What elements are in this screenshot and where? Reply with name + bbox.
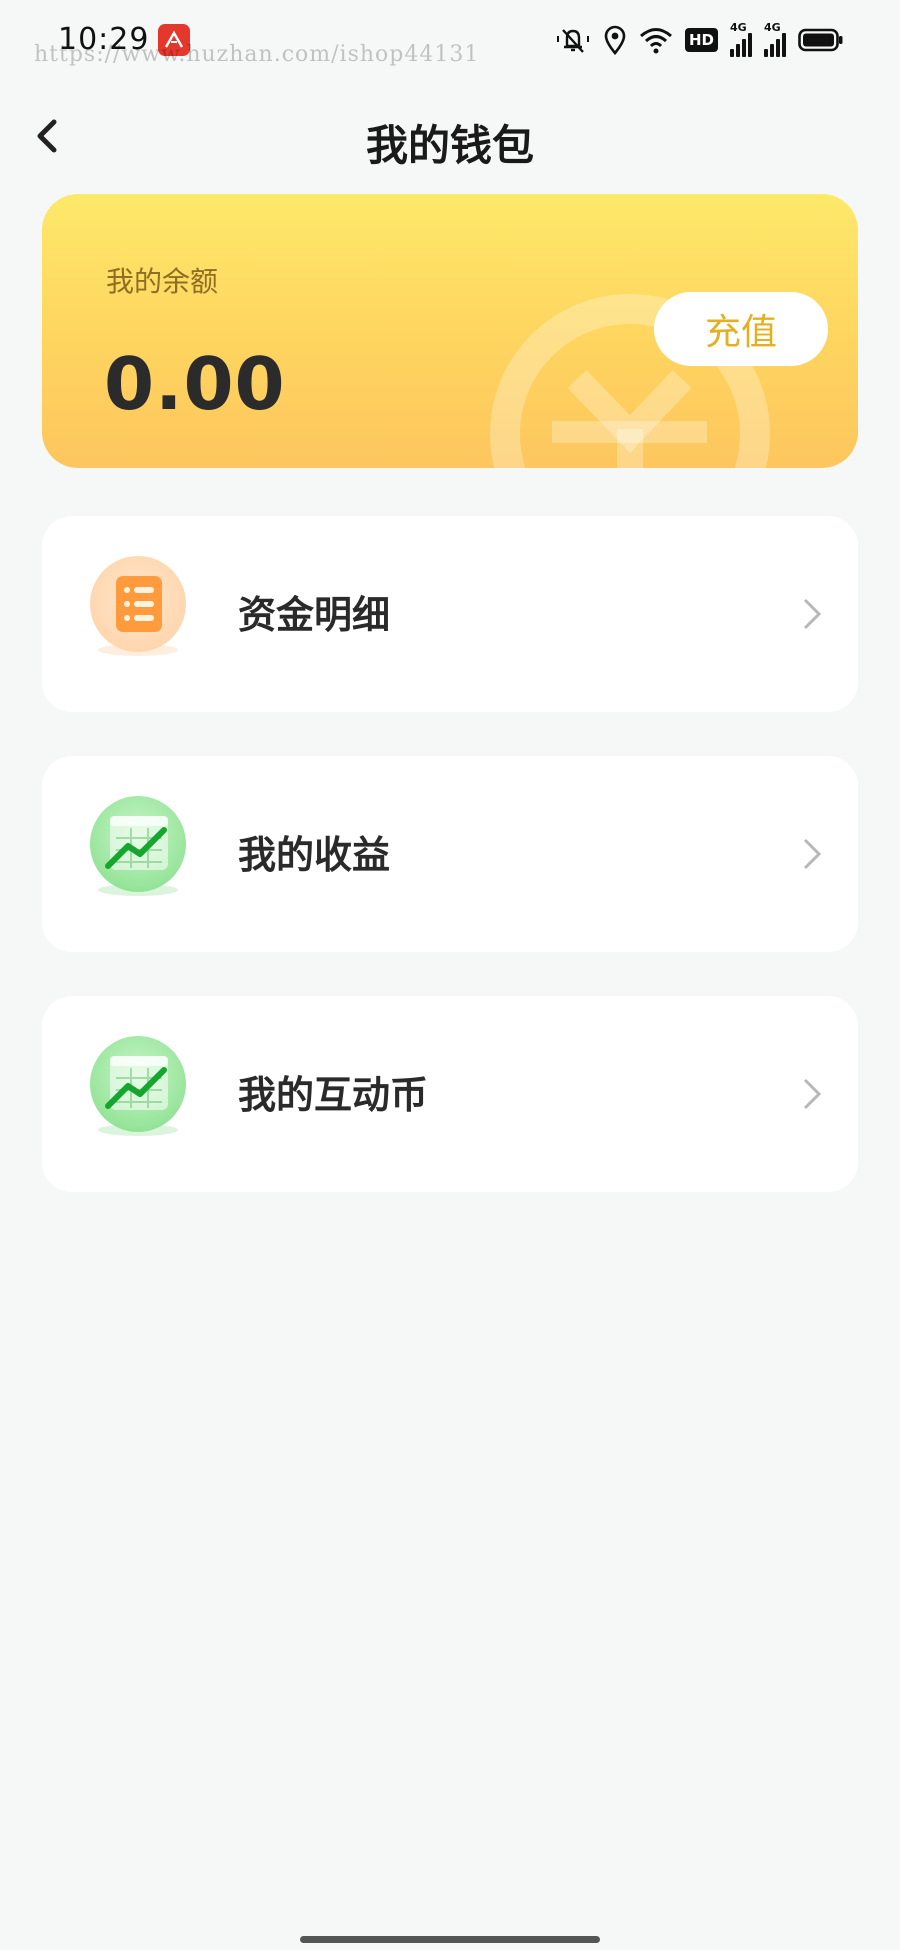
chevron-right-icon — [803, 1078, 822, 1110]
network-type-label: 4G — [764, 21, 781, 34]
location-icon — [604, 25, 626, 55]
wifi-icon — [640, 28, 672, 54]
header: 我的钱包 — [0, 90, 900, 186]
page-title: 我的钱包 — [365, 121, 534, 170]
growth-chart-icon — [90, 796, 186, 896]
recharge-button[interactable]: 充值 — [654, 292, 828, 366]
status-icons: HD 4G 4G — [555, 21, 844, 58]
signal-icon: 4G — [764, 21, 786, 57]
menu-item-my-earnings[interactable]: 我的收益 — [42, 756, 858, 952]
status-bar: 10:29 https://www.huzhan.com/ishop44131 … — [0, 0, 900, 80]
balance-card: 我的余额 0.00 充值 — [42, 194, 858, 468]
menu-item-my-coins[interactable]: 我的互动币 — [42, 996, 858, 1192]
menu-item-fund-details[interactable]: 资金明细 — [42, 516, 858, 712]
network-type-label: 4G — [730, 21, 747, 34]
menu-item-label: 我的收益 — [238, 833, 391, 877]
balance-amount: 0.00 — [104, 342, 286, 426]
home-indicator[interactable] — [300, 1936, 600, 1943]
growth-chart-icon — [90, 1036, 186, 1136]
watermark-text: https://www.huzhan.com/ishop44131 — [34, 42, 480, 67]
mute-bell-icon — [556, 29, 589, 53]
hd-icon: HD — [684, 28, 718, 52]
list-document-icon — [90, 556, 186, 656]
menu-item-label: 我的互动币 — [238, 1073, 429, 1117]
signal-icon: 4G — [730, 21, 752, 57]
menu-item-label: 资金明细 — [238, 593, 391, 637]
balance-label: 我的余额 — [106, 265, 219, 298]
chevron-right-icon — [803, 598, 822, 630]
chevron-right-icon — [803, 838, 822, 870]
battery-icon — [798, 28, 843, 52]
